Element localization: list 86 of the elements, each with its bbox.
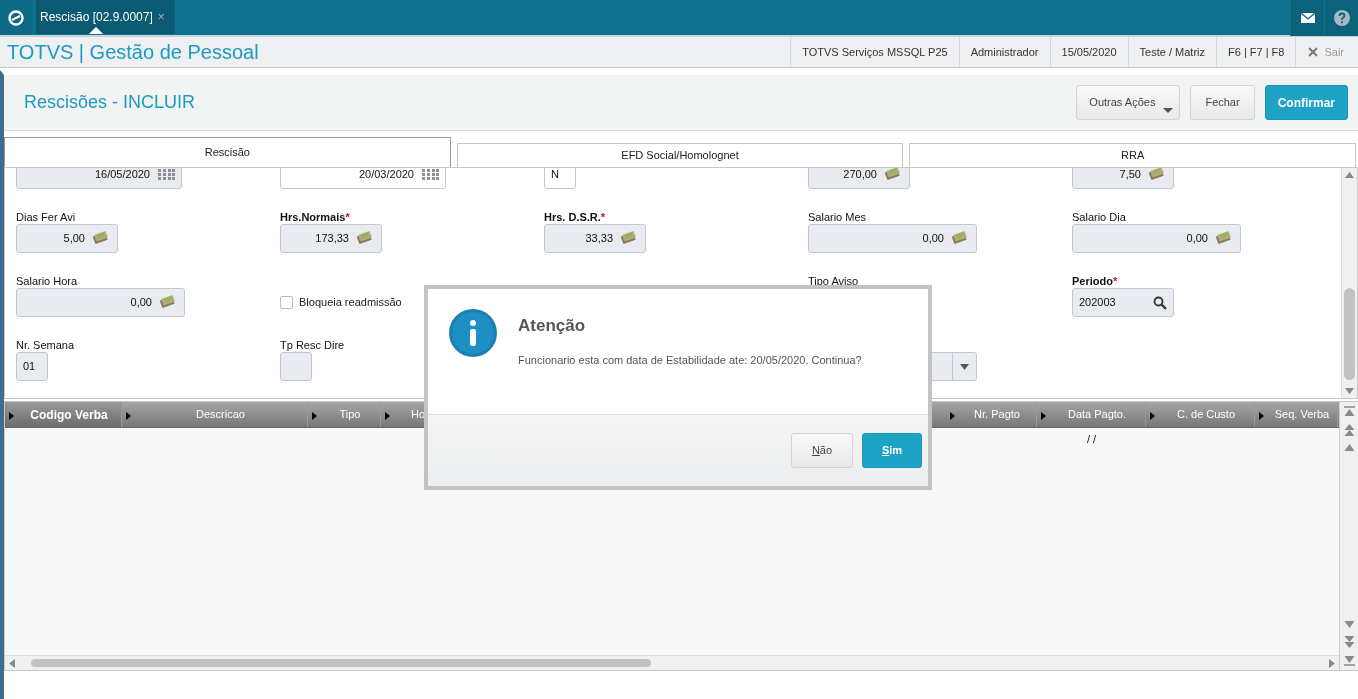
triangle-icon [1150, 412, 1155, 420]
scroll-down-icon[interactable] [1345, 388, 1354, 394]
help-icon [1333, 10, 1350, 26]
info-icon [448, 308, 498, 358]
input-field[interactable] [280, 352, 312, 381]
header-info: Administrador [958, 37, 1050, 67]
caret-icon [960, 363, 969, 370]
field-label: Hrs. D.S.R.* [544, 210, 607, 223]
scroll-up-icon[interactable] [1345, 172, 1354, 178]
scroll-right-icon[interactable] [1329, 658, 1335, 668]
dialog-button[interactable]: Não [791, 433, 853, 468]
input-field[interactable]: 202003 [1072, 288, 1174, 317]
scroll-left-icon[interactable] [9, 658, 15, 668]
header-info: Teste / Matriz [1127, 37, 1216, 67]
mail-button[interactable] [1290, 0, 1324, 36]
input-field[interactable]: 0,00 [808, 224, 977, 253]
triangle-icon [950, 412, 955, 420]
column-header[interactable]: Codigo Verba [5, 402, 122, 427]
cash-icon [952, 231, 970, 246]
input-field[interactable]: 7,50 [1072, 168, 1174, 189]
action-button[interactable]: Fechar [1190, 85, 1255, 120]
dialog-message: Funcionario esta com data de Estabilidade ate: 20/05/2020. Continua? [518, 352, 862, 368]
scroll-top-icon[interactable] [1343, 406, 1355, 416]
input-field[interactable]: 33,33 [544, 224, 646, 253]
close-icon[interactable]: × [157, 8, 165, 26]
input-field[interactable]: 5,00 [16, 224, 118, 253]
cash-icon [885, 168, 903, 182]
header-info: TOTVS Serviços MSSQL P25 [790, 37, 959, 67]
field-label: Salario Hora [16, 274, 79, 287]
actions-dropdown[interactable]: Outras Ações [1076, 85, 1181, 120]
tab[interactable]: RRA [909, 143, 1356, 167]
field-label: Tipo Aviso [808, 274, 860, 287]
field-label: Salario Mes [808, 210, 868, 223]
page-up-icon[interactable] [1343, 424, 1355, 436]
input-field[interactable]: 0,00 [1072, 224, 1241, 253]
cash-icon [621, 231, 639, 246]
search-icon [1153, 295, 1167, 310]
checkbox[interactable] [280, 296, 293, 309]
cash-icon [1149, 168, 1167, 182]
field-label: Hrs.Normais* [280, 210, 351, 223]
tab[interactable]: Rescisão [4, 137, 451, 167]
triangle-icon [385, 412, 390, 420]
tab[interactable]: EFD Social/Homolognet [456, 143, 904, 167]
calendar-grid-icon [158, 169, 175, 180]
input-field[interactable]: 270,00 [808, 168, 910, 189]
caret-icon [1163, 108, 1174, 113]
header-info: 15/05/2020 [1049, 37, 1128, 67]
mail-icon [1300, 13, 1315, 23]
checkbox-label: Bloqueia readmissão [299, 295, 402, 311]
scroll-up-icon[interactable] [1343, 444, 1355, 451]
app-tab[interactable]: Rescisão [02.9.0007] × [36, 0, 175, 34]
tab-label: Rescisão [02.9.0007] [40, 9, 153, 26]
input-field[interactable]: 16/05/2020 [16, 168, 182, 189]
input-field[interactable]: 0,00 [16, 288, 185, 317]
triangle-icon [126, 412, 131, 420]
help-button[interactable] [1324, 0, 1358, 36]
scroll-down-icon[interactable] [1343, 621, 1355, 628]
triangle-icon [312, 412, 317, 420]
page-title: Rescisões - INCLUIR [24, 91, 197, 114]
triangle-icon [1259, 412, 1264, 420]
scrollbar-thumb[interactable] [1344, 288, 1355, 380]
cash-icon [93, 231, 111, 246]
field-label: Nr. Semana [16, 338, 76, 351]
input-field[interactable]: 01 [16, 352, 48, 381]
table-cell-text: / / [1085, 431, 1098, 447]
header-info: F6 | F7 | F8 [1216, 37, 1296, 67]
app-title: TOTVS | Gestão de Pessoal [6, 40, 260, 65]
scroll-bottom-icon[interactable] [1343, 656, 1355, 666]
input-field[interactable]: 173,33 [280, 224, 382, 253]
triangle-icon [1041, 412, 1046, 420]
cash-icon [357, 231, 375, 246]
field-label: Periodo* [1072, 274, 1119, 287]
input-field[interactable]: N [544, 168, 576, 189]
scrollbar-thumb[interactable] [31, 659, 651, 667]
dialog-title: Atenção [518, 315, 587, 337]
cash-icon [160, 295, 178, 310]
calendar-grid-icon [422, 169, 439, 180]
close-icon [1308, 47, 1319, 57]
logo-icon [8, 9, 24, 26]
field-label: Salario Dia [1072, 210, 1127, 223]
triangle-icon [9, 412, 14, 420]
page-down-icon[interactable] [1343, 636, 1355, 648]
cash-icon [1216, 231, 1234, 246]
input-field[interactable]: 20/03/2020 [280, 168, 446, 189]
field-label: Tp Resc Dire [280, 338, 346, 351]
field-label: Dias Fer Avi [16, 210, 77, 223]
